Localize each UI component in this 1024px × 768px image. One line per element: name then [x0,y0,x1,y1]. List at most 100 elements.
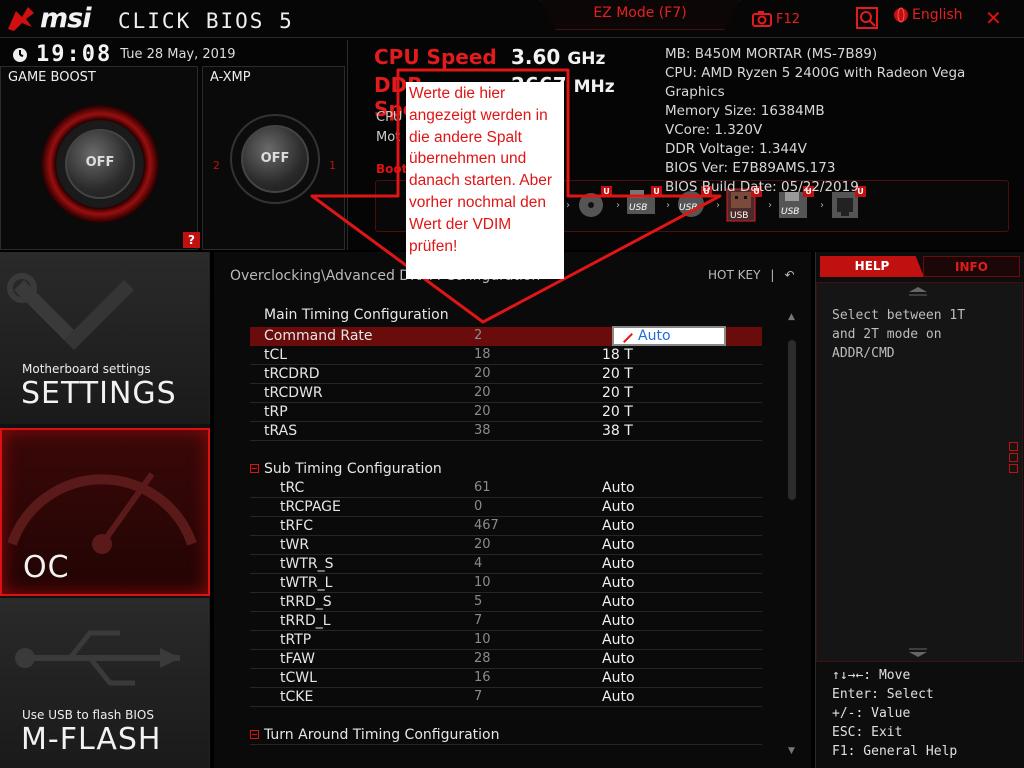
camera-icon [752,11,772,27]
row-setting[interactable]: Auto [602,689,635,705]
main-panel: Overclocking\Advanced DRAM Configuration… [214,252,811,768]
boot-device-usb-1[interactable]: › USB U [616,186,662,226]
usb-symbol-icon [15,630,180,686]
sysinfo-mb: MB: B450M MORTAR (MS-7B89) [665,46,878,62]
table-row[interactable]: tRFC 467 Auto [250,517,762,536]
row-setting[interactable]: Auto [602,613,635,629]
scroll-up-icon[interactable]: ▲ [788,312,795,322]
axmp-knob[interactable]: OFF [241,125,309,193]
mb-temp-row: Mot°C [376,130,554,145]
top-bar: msi CLICK BIOS 5 EZ Mode (F7) F12 Englis… [0,0,1024,38]
clock-date: Tue 28 May, 2019 [120,47,236,62]
language-selector[interactable]: English [893,7,963,23]
row-setting[interactable]: Auto [602,518,635,534]
section-header-sub[interactable]: Sub Timing Configuration [250,460,762,479]
row-setting[interactable]: Auto [602,480,635,496]
boot-device-optical[interactable]: › U [566,186,612,226]
table-row[interactable]: Command Rate 2 Auto [250,326,762,346]
axmp-profile-1-label[interactable]: 1 [329,159,336,172]
sysinfo-bios-date: BIOS Build Date: 05/22/2019 [665,179,859,195]
row-setting[interactable]: Auto [602,537,635,553]
table-row[interactable]: tCL 18 18 T [250,346,762,365]
row-setting[interactable]: Auto [602,670,635,686]
game-boost-knob[interactable]: OFF [65,129,135,199]
scrollbar[interactable]: ▲ ▼ [787,310,797,758]
row-setting[interactable]: 20 T [602,404,633,420]
scrollbar-thumb[interactable] [788,340,796,500]
screenshot-button[interactable]: F12 [752,9,800,29]
language-label: English [912,7,963,23]
key-move: ↑↓→←: Move [832,668,911,683]
scroll-down-icon[interactable]: ▼ [788,746,795,756]
row-setting[interactable]: Auto [602,632,635,648]
table-row[interactable]: tRTP 10 Auto [250,631,762,650]
row-name: tRCDWR [264,385,323,401]
table-row[interactable]: tWTR_S 4 Auto [250,555,762,574]
nav-mflash[interactable]: Use USB to flash BIOS M-FLASH [0,598,210,768]
key-select: Enter: Select [832,687,934,702]
game-boost-state: OFF [85,155,115,170]
row-setting[interactable]: 20 T [602,385,633,401]
row-setting[interactable]: Auto [602,575,635,591]
sysinfo-memory: Memory Size: 16384MB [665,103,825,119]
table-row[interactable]: tRCDRD 20 20 T [250,365,762,384]
row-current: 5 [474,594,483,609]
table-row[interactable]: tWR 20 Auto [250,536,762,555]
ez-mode-button[interactable]: EZ Mode (F7) [540,0,740,30]
row-name: tRCPAGE [280,499,341,515]
cpu-speed-value: 3.60 GHz [511,45,606,69]
table-row[interactable]: tCWL 16 Auto [250,669,762,688]
collapse-icon[interactable] [250,464,259,473]
row-setting[interactable]: Auto [602,556,635,572]
cpu-speed-label: CPU Speed [374,45,497,69]
row-setting[interactable]: Auto [602,594,635,610]
gauge-icon [7,472,197,554]
tab-help[interactable]: HELP [820,256,924,277]
undo-icon[interactable]: ↶ [784,268,794,282]
sysinfo-bios-ver: BIOS Ver: E7B89AMS.173 [665,160,836,176]
table-row[interactable]: tRC 61 Auto [250,479,762,498]
row-setting[interactable]: 20 T [602,366,633,382]
hotkey-label[interactable]: HOT KEY [708,268,760,282]
search-icon[interactable] [856,7,878,29]
axmp-profile-2-label[interactable]: 2 [213,159,220,172]
hotkey-separator: | [770,268,775,282]
table-row[interactable]: tWTR_L 10 Auto [250,574,762,593]
row-setting[interactable]: 38 T [602,423,633,439]
command-rate-input[interactable]: Auto [612,326,726,346]
row-name: tRRD_S [280,594,332,610]
row-name: tFAW [280,651,315,667]
nav-oc-label: OC [23,550,70,585]
row-current: 2 [474,328,483,343]
tab-info[interactable]: INFO [923,256,1020,277]
collapse-icon[interactable] [250,730,259,739]
hotkey-bar: HOT KEY | ↶ [708,268,795,282]
row-name: tWR [280,537,310,553]
row-current: 38 [474,423,491,438]
row-setting[interactable]: Auto [602,499,635,515]
table-row[interactable]: tRAS 38 38 T [250,422,762,441]
row-name: tCL [264,347,288,363]
table-row[interactable]: tRCDWR 20 20 T [250,384,762,403]
table-row[interactable]: tFAW 28 Auto [250,650,762,669]
close-button[interactable]: ✕ [985,6,1002,30]
nav-oc[interactable]: OC [0,428,210,596]
table-row[interactable]: tCKE 7 Auto [250,688,762,707]
row-current: 7 [474,613,483,628]
system-info: MB: B450M MORTAR (MS-7B89) CPU: AMD Ryze… [665,45,1024,197]
table-row[interactable]: tRRD_L 7 Auto [250,612,762,631]
row-name: tRP [264,404,288,420]
nav-settings[interactable]: Motherboard settings SETTINGS [0,252,210,424]
row-setting[interactable]: 18 T [602,347,633,363]
row-current: 4 [474,556,483,571]
game-boost-help-button[interactable]: ? [183,232,200,248]
svg-text:USB: USB [679,203,697,213]
section-header-turnaround[interactable]: Turn Around Timing Configuration [250,726,762,745]
table-row[interactable]: tRP 20 20 T [250,403,762,422]
row-name: tRCDRD [264,366,320,382]
table-row[interactable]: tRCPAGE 0 Auto [250,498,762,517]
table-row[interactable]: tRRD_S 5 Auto [250,593,762,612]
row-setting[interactable]: Auto [602,651,635,667]
sysinfo-vcore: VCore: 1.320V [665,122,763,138]
svg-text:USB: USB [629,203,647,213]
